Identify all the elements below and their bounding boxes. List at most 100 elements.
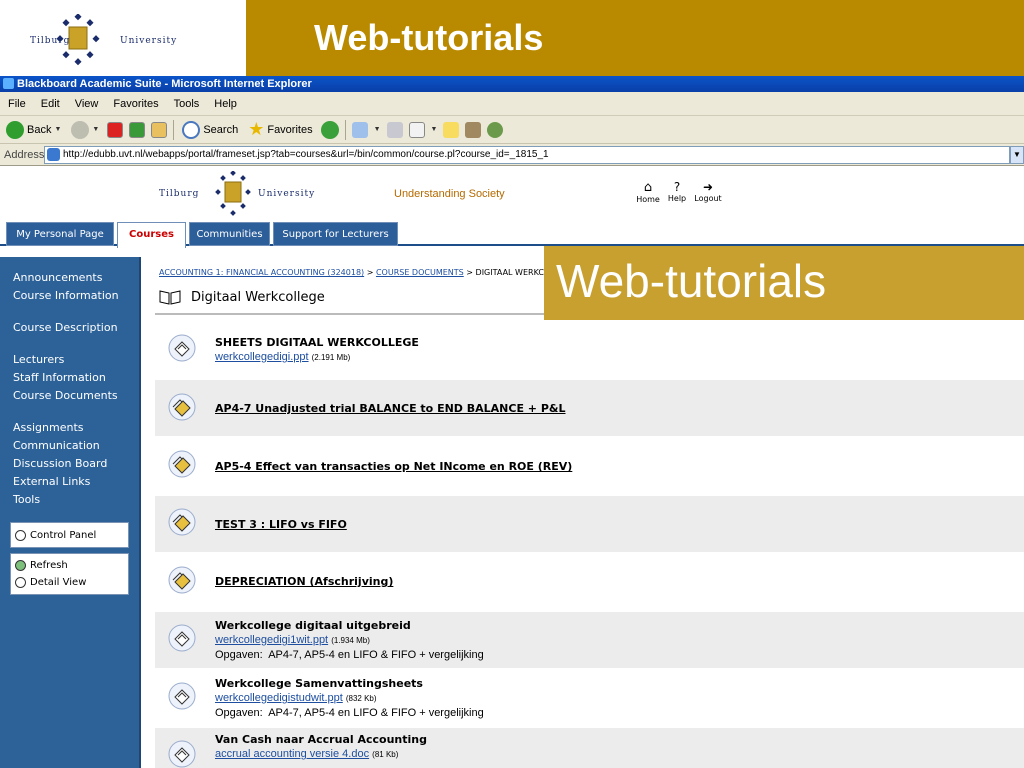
folder-icon[interactable]	[168, 566, 196, 594]
file-link[interactable]: accrual accounting versie 4.doc	[215, 748, 369, 760]
content-item: SHEETS DIGITAAL WERKCOLLEGE werkcolleged…	[155, 320, 1024, 378]
detail-view-link[interactable]: Detail View	[11, 574, 128, 591]
page-heading: Digitaal Werkcollege	[159, 289, 325, 305]
mail-icon[interactable]	[351, 121, 368, 138]
address-bar: Address http://edubb.uvt.nl/webapps/port…	[0, 144, 1024, 166]
favorites-button[interactable]: ★ Favorites	[246, 119, 314, 141]
content-item: DEPRECIATION (Afschrijving)	[155, 554, 1024, 610]
edit-dropdown-icon[interactable]: ▼	[431, 126, 438, 133]
menu-favorites[interactable]: Favorites	[113, 98, 158, 110]
back-dropdown-icon[interactable]: ▼	[54, 126, 61, 133]
sidebar-item-course-documents[interactable]: Course Documents	[13, 389, 131, 403]
menu-view[interactable]: View	[75, 98, 99, 110]
sidebar-item-communication[interactable]: Communication	[13, 439, 131, 453]
print-icon[interactable]	[386, 121, 403, 138]
folder-icon[interactable]	[168, 508, 196, 536]
file-link[interactable]: werkcollegedigistudwit.ppt	[215, 692, 343, 704]
mail-dropdown-icon[interactable]: ▼	[374, 126, 381, 133]
folder-link[interactable]: TEST 3 : LIFO vs FIFO	[215, 518, 347, 531]
sidebar-gap	[141, 248, 149, 768]
file-size: (1.934 Mb)	[331, 636, 370, 645]
folder-icon[interactable]	[168, 450, 196, 478]
window-titlebar: Blackboard Academic Suite - Microsoft In…	[0, 76, 1024, 92]
content-item: TEST 3 : LIFO vs FIFO	[155, 496, 1024, 552]
breadcrumb-course-link[interactable]: ACCOUNTING 1: FINANCIAL ACCOUNTING (3240…	[159, 268, 364, 277]
history-icon[interactable]	[320, 120, 339, 139]
home-link-label: Home	[636, 195, 660, 204]
detail-view-icon	[15, 577, 26, 588]
folder-link[interactable]: DEPRECIATION (Afschrijving)	[215, 575, 393, 588]
refresh-icon[interactable]	[129, 121, 146, 138]
sidebar-item-announcements[interactable]: Announcements	[13, 271, 131, 285]
slide-title: Web-tutorials	[314, 17, 544, 58]
content-item: Werkcollege Samenvattingsheets werkcolle…	[155, 670, 1024, 726]
file-link[interactable]: werkcollegedigi.ppt	[215, 351, 309, 363]
notes-icon[interactable]	[443, 121, 460, 138]
sidebar-item-discussion-board[interactable]: Discussion Board	[13, 457, 131, 471]
forward-button[interactable]: ▼	[69, 119, 101, 141]
logout-link-label: Logout	[694, 194, 722, 203]
search-label: Search	[203, 123, 239, 136]
sidebar-item-external-links[interactable]: External Links	[13, 475, 131, 489]
menu-file[interactable]: File	[8, 98, 26, 110]
control-panel-link[interactable]: Control Panel	[11, 527, 128, 544]
detail-view-label: Detail View	[30, 577, 87, 588]
sidebar-item-course-description[interactable]: Course Description	[13, 321, 131, 335]
file-size: (81 Kb)	[372, 750, 399, 759]
sidebar-item-lecturers[interactable]: Lecturers	[13, 353, 131, 367]
back-button[interactable]: Back ▼	[4, 119, 63, 141]
logout-link[interactable]: ➜ Logout	[692, 180, 724, 203]
logo-wordmark-left: Tilburg	[30, 36, 71, 46]
star-icon: ★	[248, 119, 265, 139]
menu-edit[interactable]: Edit	[41, 98, 60, 110]
breadcrumb: ACCOUNTING 1: FINANCIAL ACCOUNTING (3240…	[159, 268, 544, 277]
file-icon[interactable]	[168, 624, 196, 652]
refresh-link[interactable]: Refresh	[11, 557, 128, 574]
tab-support-for-lecturers[interactable]: Support for Lecturers	[273, 222, 398, 246]
messenger-icon[interactable]	[487, 121, 504, 138]
forward-dropdown-icon[interactable]: ▼	[92, 126, 99, 133]
folder-icon[interactable]	[168, 393, 196, 421]
menu-tools[interactable]: Tools	[174, 98, 200, 110]
research-icon[interactable]	[465, 121, 482, 138]
sidebar-item-course-information[interactable]: Course Information	[13, 289, 131, 303]
file-size: (832 Kb)	[345, 694, 377, 703]
favorites-label: Favorites	[267, 123, 313, 136]
bb-home-icon: ⌂	[643, 180, 653, 195]
search-button[interactable]: Search	[180, 119, 240, 141]
tab-my-personal-page[interactable]: My Personal Page	[6, 222, 114, 246]
tab-courses[interactable]: Courses	[117, 222, 186, 248]
folder-link[interactable]: AP4-7 Unadjusted trial BALANCE to END BA…	[215, 402, 566, 415]
sidebar-item-staff-information[interactable]: Staff Information	[13, 371, 131, 385]
toolbar-separator	[344, 119, 346, 140]
control-panel-icon	[15, 530, 26, 541]
tab-communities[interactable]: Communities	[189, 222, 270, 246]
edit-icon[interactable]	[408, 121, 425, 138]
browser-toolbar: Back ▼ ▼ Search ★ Favorites ▼ ▼	[0, 116, 1024, 144]
overlay-title: Web-tutorials	[556, 255, 827, 307]
file-link[interactable]: werkcollegedigi1wit.ppt	[215, 634, 328, 646]
breadcrumb-course-documents-link[interactable]: COURSE DOCUMENTS	[376, 268, 464, 277]
open-book-icon	[159, 290, 181, 305]
help-link[interactable]: ? Help	[665, 180, 689, 203]
bb-help-icon: ?	[673, 180, 681, 194]
menu-help[interactable]: Help	[214, 98, 237, 110]
stop-icon[interactable]	[107, 121, 124, 138]
sidebar-item-assignments[interactable]: Assignments	[13, 421, 131, 435]
view-options-box: Refresh Detail View	[10, 553, 129, 595]
item-description: Opgaven: AP4-7, AP5-4 en LIFO & FIFO + v…	[215, 707, 484, 719]
address-dropdown-icon[interactable]: ▼	[1010, 145, 1024, 164]
folder-link[interactable]: AP5-4 Effect van transacties op Net INco…	[215, 460, 572, 473]
home-link[interactable]: ⌂ Home	[634, 180, 662, 204]
home-icon[interactable]	[151, 121, 168, 138]
file-icon[interactable]	[168, 682, 196, 710]
breadcrumb-current: DIGITAAL WERKC	[475, 268, 544, 277]
file-icon[interactable]	[168, 740, 196, 768]
content-item: AP4-7 Unadjusted trial BALANCE to END BA…	[155, 380, 1024, 436]
sidebar-item-tools[interactable]: Tools	[13, 493, 131, 507]
file-icon[interactable]	[168, 334, 196, 362]
ie-app-icon	[3, 78, 14, 89]
bb-tagline: Understanding Society	[394, 188, 505, 200]
address-label: Address	[4, 148, 45, 161]
address-input[interactable]: http://edubb.uvt.nl/webapps/portal/frame…	[44, 145, 1010, 164]
